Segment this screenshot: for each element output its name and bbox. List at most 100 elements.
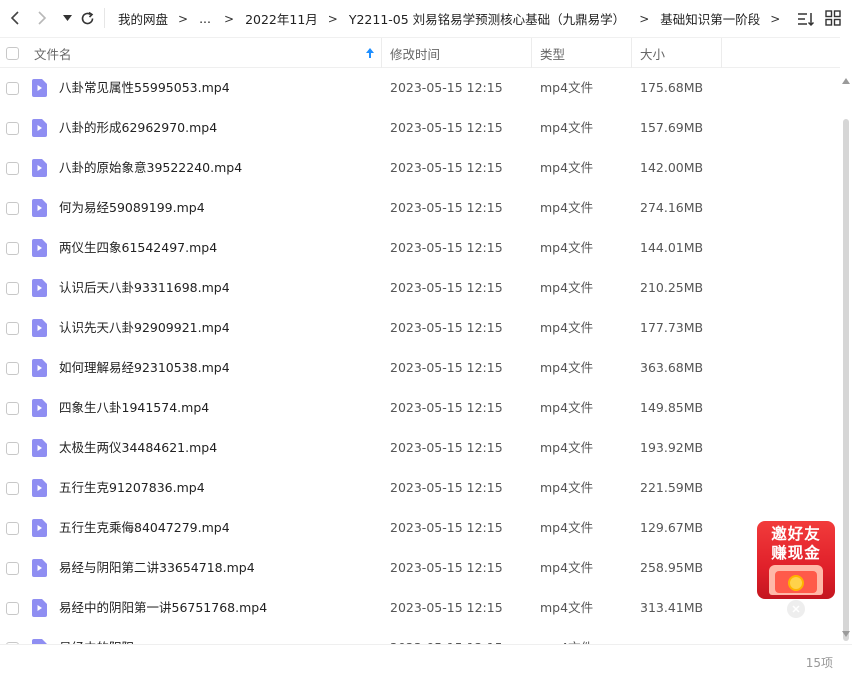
chevron-left-icon [10, 11, 19, 25]
file-modified: 2023-05-15 12:15 [390, 200, 503, 215]
column-divider[interactable] [531, 38, 532, 68]
video-file-icon [32, 599, 47, 617]
file-modified: 2023-05-15 12:15 [390, 400, 503, 415]
row-checkbox[interactable] [6, 562, 19, 575]
scroll-up-arrow-icon[interactable] [842, 78, 850, 84]
row-checkbox[interactable] [6, 442, 19, 455]
file-row[interactable]: 如何理解易经92310538.mp4 2023-05-15 12:15 mp4文… [0, 348, 840, 388]
file-size: 274.16MB [640, 200, 704, 215]
column-divider[interactable] [721, 38, 722, 68]
breadcrumb-item-ellipsis[interactable]: ... [199, 11, 211, 26]
forward-button[interactable] [33, 9, 51, 27]
file-row[interactable]: 八卦的形成62962970.mp4 2023-05-15 12:15 mp4文件… [0, 108, 840, 148]
file-size: 210.25MB [640, 280, 704, 295]
file-name[interactable]: 五行生克乘侮84047279.mp4 [59, 508, 230, 548]
file-row[interactable]: 认识先天八卦92909921.mp4 2023-05-15 12:15 mp4文… [0, 308, 840, 348]
file-type: mp4文件 [540, 560, 594, 575]
promo-close-button[interactable] [787, 600, 805, 618]
breadcrumb-item-current[interactable]: 基础知识第一阶段 [660, 9, 760, 28]
file-row[interactable]: 认识后天八卦93311698.mp4 2023-05-15 12:15 mp4文… [0, 268, 840, 308]
file-type: mp4文件 [540, 160, 594, 175]
video-file-icon [32, 159, 47, 177]
file-row[interactable]: 八卦的原始象意39522240.mp4 2023-05-15 12:15 mp4… [0, 148, 840, 188]
file-size: 193.92MB [640, 440, 704, 455]
file-name[interactable]: 易经中的阴阳 [59, 628, 134, 644]
file-modified: 2023-05-15 12:15 [390, 240, 503, 255]
file-list-header: 文件名 修改时间 类型 大小 [0, 37, 840, 68]
row-checkbox[interactable] [6, 602, 19, 615]
file-name[interactable]: 两仪生四象61542497.mp4 [59, 228, 217, 268]
row-checkbox[interactable] [6, 322, 19, 335]
row-checkbox[interactable] [6, 482, 19, 495]
file-name[interactable]: 五行生克91207836.mp4 [59, 468, 205, 508]
file-modified: 2023-05-15 12:15 [390, 360, 503, 375]
row-checkbox[interactable] [6, 402, 19, 415]
checkbox[interactable] [6, 46, 19, 60]
breadcrumb-separator: > [178, 11, 189, 26]
file-name[interactable]: 如何理解易经92310538.mp4 [59, 348, 230, 388]
toolbar-divider [104, 8, 105, 28]
invite-friends-promo[interactable]: 邀好友 赚现金 [757, 521, 835, 599]
file-row[interactable]: 太极生两仪34484621.mp4 2023-05-15 12:15 mp4文件… [0, 428, 840, 468]
refresh-button[interactable] [78, 9, 96, 27]
file-size: 258.95MB [640, 560, 704, 575]
file-name[interactable]: 认识后天八卦93311698.mp4 [59, 268, 230, 308]
file-name[interactable]: 太极生两仪34484621.mp4 [59, 428, 217, 468]
file-name[interactable]: 何为易经59089199.mp4 [59, 188, 205, 228]
toolbar: 我的网盘 > ... > 2022年11月 > Y2211-05 刘易铭易学预测… [0, 0, 852, 37]
select-all-checkbox[interactable] [6, 38, 19, 68]
column-header-type[interactable]: 类型 [540, 38, 565, 68]
file-row[interactable]: 易经与阴阳第二讲33654718.mp4 2023-05-15 12:15 mp… [0, 548, 840, 588]
file-modified: 2023-05-15 12:15 [390, 80, 503, 95]
scrollbar-thumb[interactable] [843, 119, 849, 641]
file-type: mp4文件 [540, 320, 594, 335]
back-button[interactable] [6, 9, 24, 27]
file-name[interactable]: 易经与阴阳第二讲33654718.mp4 [59, 548, 255, 588]
promo-line-1: 邀好友 [771, 525, 821, 543]
file-row[interactable]: 易经中的阴阳 2023-05-15 12:15 mp4文件 [0, 628, 840, 644]
row-checkbox[interactable] [6, 282, 19, 295]
file-name[interactable]: 八卦常见属性55995053.mp4 [59, 68, 230, 108]
row-checkbox[interactable] [6, 202, 19, 215]
file-row[interactable]: 四象生八卦1941574.mp4 2023-05-15 12:15 mp4文件 … [0, 388, 840, 428]
grid-view-button[interactable] [825, 10, 843, 28]
file-type: mp4文件 [540, 628, 593, 644]
breadcrumb-item-root[interactable]: 我的网盘 [118, 9, 168, 28]
file-name[interactable]: 八卦的原始象意39522240.mp4 [59, 148, 242, 188]
sort-button[interactable] [797, 10, 815, 28]
column-divider[interactable] [381, 38, 382, 68]
video-file-icon [32, 519, 47, 537]
file-size: 129.67MB [640, 520, 704, 535]
column-header-size[interactable]: 大小 [640, 38, 665, 68]
file-row[interactable]: 五行生克乘侮84047279.mp4 2023-05-15 12:15 mp4文… [0, 508, 840, 548]
file-modified: 2023-05-15 12:15 [390, 320, 503, 335]
file-name[interactable]: 四象生八卦1941574.mp4 [59, 388, 209, 428]
row-checkbox[interactable] [6, 122, 19, 135]
row-checkbox[interactable] [6, 362, 19, 375]
file-name[interactable]: 认识先天八卦92909921.mp4 [59, 308, 230, 348]
column-divider[interactable] [631, 38, 632, 68]
file-row[interactable]: 八卦常见属性55995053.mp4 2023-05-15 12:15 mp4文… [0, 68, 840, 108]
column-header-name[interactable]: 文件名 [34, 38, 72, 68]
caret-down-icon [62, 15, 72, 21]
scrollbar[interactable] [840, 37, 852, 644]
file-name[interactable]: 八卦的形成62962970.mp4 [59, 108, 217, 148]
history-dropdown-button[interactable] [58, 9, 76, 27]
row-checkbox[interactable] [6, 242, 19, 255]
file-name[interactable]: 易经中的阴阳第一讲56751768.mp4 [59, 588, 267, 628]
breadcrumb-item-month[interactable]: 2022年11月 [245, 9, 318, 28]
video-file-icon [32, 439, 47, 457]
file-row[interactable]: 易经中的阴阳第一讲56751768.mp4 2023-05-15 12:15 m… [0, 588, 840, 628]
breadcrumb-item-course[interactable]: Y2211-05 刘易铭易学预测核心基础（九鼎易学） [349, 9, 625, 28]
video-file-icon [32, 359, 47, 377]
video-file-icon [32, 559, 47, 577]
scroll-down-arrow-icon[interactable] [842, 631, 850, 637]
row-checkbox[interactable] [6, 522, 19, 535]
file-row[interactable]: 两仪生四象61542497.mp4 2023-05-15 12:15 mp4文件… [0, 228, 840, 268]
file-row[interactable]: 五行生克91207836.mp4 2023-05-15 12:15 mp4文件 … [0, 468, 840, 508]
file-row[interactable]: 何为易经59089199.mp4 2023-05-15 12:15 mp4文件 … [0, 188, 840, 228]
column-header-modified[interactable]: 修改时间 [390, 38, 440, 68]
row-checkbox[interactable] [6, 82, 19, 95]
coin-icon [788, 575, 804, 591]
row-checkbox[interactable] [6, 162, 19, 175]
